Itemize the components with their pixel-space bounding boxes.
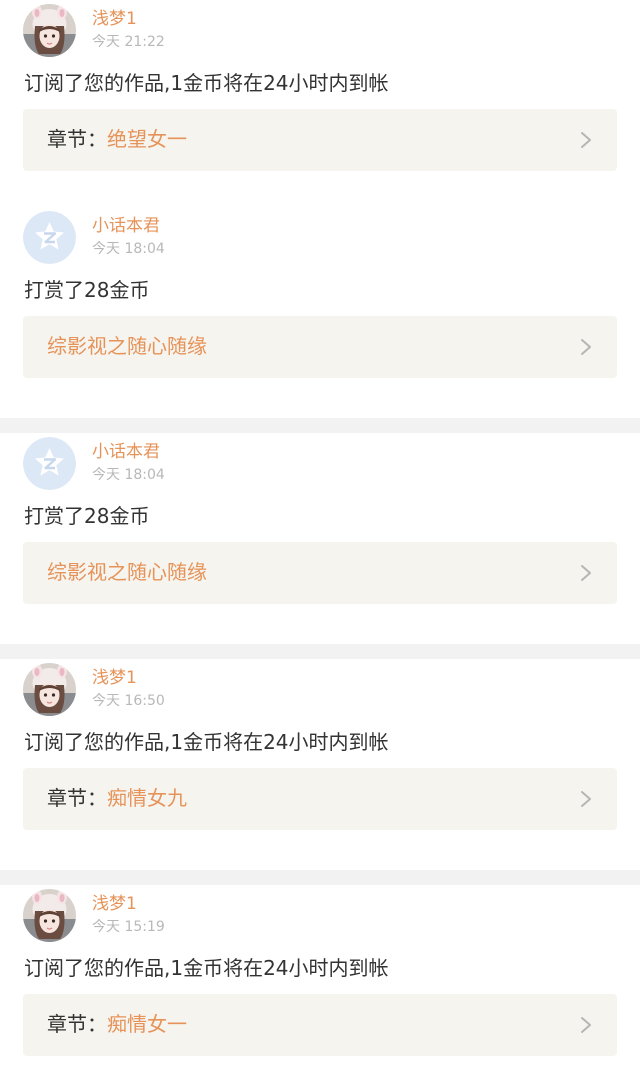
- default-avatar-icon[interactable]: [23, 437, 76, 490]
- notification-message: 订阅了您的作品,1金币将在24小时内到帐: [24, 956, 389, 980]
- user-avatar[interactable]: [23, 663, 76, 716]
- notification-card: 浅梦1 今天 16:50 订阅了您的作品,1金币将在24小时内到帐章节：痴情女九: [0, 659, 640, 870]
- chapter-prefix: 章节：: [47, 127, 107, 151]
- notification-card: 小话本君今天 18:04 打赏了28金币综影视之随心随缘: [0, 207, 640, 418]
- chevron-right-icon: [579, 1016, 593, 1034]
- work-link-text: 综影视之随心随缘: [47, 558, 207, 586]
- work-link[interactable]: 综影视之随心随缘: [23, 316, 617, 378]
- user-avatar[interactable]: [23, 889, 76, 942]
- username[interactable]: 浅梦1: [92, 893, 137, 915]
- work-title: 绝望女一: [107, 127, 187, 151]
- notification-message: 打赏了28金币: [24, 278, 150, 302]
- work-link-text: 章节：痴情女一: [47, 1010, 187, 1038]
- chapter-prefix: 章节：: [47, 1012, 107, 1036]
- work-link[interactable]: 章节：绝望女一: [23, 109, 617, 171]
- username[interactable]: 小话本君: [92, 441, 160, 463]
- username[interactable]: 浅梦1: [92, 8, 137, 30]
- user-avatar[interactable]: [23, 4, 76, 57]
- notification-message: 打赏了28金币: [24, 504, 150, 528]
- username[interactable]: 小话本君: [92, 215, 160, 237]
- chevron-right-icon: [579, 338, 593, 356]
- username[interactable]: 浅梦1: [92, 667, 137, 689]
- chevron-right-icon: [579, 564, 593, 582]
- notification-message: 订阅了您的作品,1金币将在24小时内到帐: [24, 730, 389, 754]
- timestamp: 今天 21:22: [92, 34, 165, 50]
- notification-feed: 浅梦1 今天 21:22 订阅了您的作品,1金币将在24小时内到帐 章节：绝望女一 小话…: [0, 0, 640, 1079]
- timestamp: 今天 16:50: [92, 693, 165, 709]
- notification-card: 浅梦1 今天 15:19 订阅了您的作品,1金币将在24小时内到帐章节：痴情女一: [0, 885, 640, 1079]
- timestamp: 今天 18:04: [92, 241, 165, 257]
- timestamp: 今天 15:19: [92, 919, 165, 935]
- chevron-right-icon: [579, 131, 593, 149]
- notification-card: 小话本君今天 18:04 打赏了28金币综影视之随心随缘: [0, 433, 640, 644]
- work-link-text: 章节：绝望女一: [47, 125, 187, 153]
- chapter-prefix: 章节：: [47, 786, 107, 810]
- work-link-text: 综影视之随心随缘: [47, 332, 207, 360]
- work-title: 综影视之随心随缘: [47, 560, 207, 584]
- work-title: 综影视之随心随缘: [47, 334, 207, 358]
- notification-message: 订阅了您的作品,1金币将在24小时内到帐: [24, 71, 389, 95]
- work-link[interactable]: 章节：痴情女一: [23, 994, 617, 1056]
- work-title: 痴情女一: [107, 1012, 187, 1036]
- work-link[interactable]: 章节：痴情女九: [23, 768, 617, 830]
- chevron-right-icon: [579, 790, 593, 808]
- work-link-text: 章节：痴情女九: [47, 784, 187, 812]
- timestamp: 今天 18:04: [92, 467, 165, 483]
- work-title: 痴情女九: [107, 786, 187, 810]
- notification-card: 浅梦1 今天 21:22 订阅了您的作品,1金币将在24小时内到帐章节：绝望女一: [0, 0, 640, 211]
- work-link[interactable]: 综影视之随心随缘: [23, 542, 617, 604]
- default-avatar-icon[interactable]: [23, 211, 76, 264]
